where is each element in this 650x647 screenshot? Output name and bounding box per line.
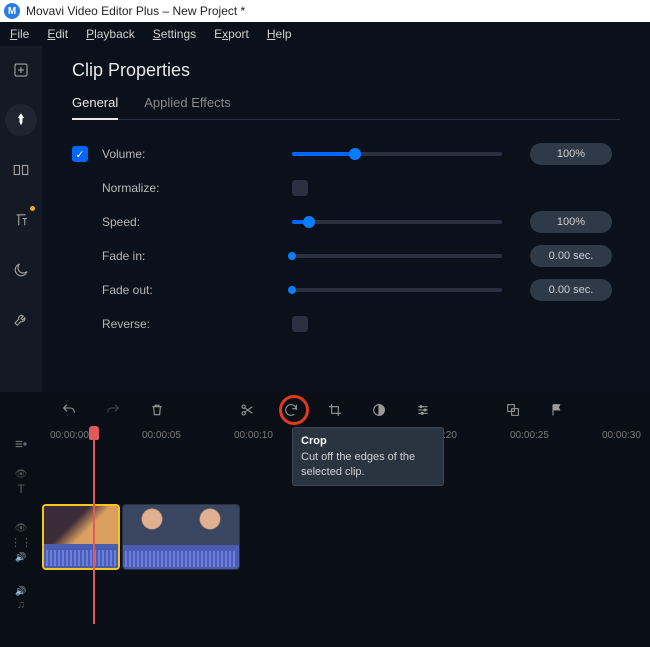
- properties-panel: Clip Properties General Applied Effects …: [42, 46, 650, 392]
- menubar: File Edit Playback Settings Export Help: [0, 22, 650, 46]
- speed-slider[interactable]: [292, 220, 502, 224]
- sliders-icon: [415, 402, 431, 418]
- clip-thumbnail: [123, 505, 181, 545]
- speaker-icon: [15, 551, 26, 563]
- track-headers: T ⋮⋮ ♫: [0, 464, 42, 647]
- normalize-label: Normalize:: [102, 181, 182, 195]
- ruler-tick: 00:00:00: [50, 430, 89, 441]
- undo-icon: [61, 402, 77, 418]
- ruler-tick: 00:00:25: [510, 430, 549, 441]
- pin-icon: [12, 111, 30, 129]
- tab-general[interactable]: General: [72, 95, 118, 120]
- window-title: Movavi Video Editor Plus – New Project *: [26, 4, 245, 18]
- fadeout-slider[interactable]: [292, 288, 502, 292]
- notification-dot-icon: [30, 206, 35, 211]
- window-titlebar: M Movavi Video Editor Plus – New Project…: [0, 0, 650, 22]
- redo-button[interactable]: [102, 399, 124, 421]
- speaker-icon: [15, 585, 26, 597]
- ruler-tick: 00:00:10: [234, 430, 273, 441]
- clip-waveform: [123, 545, 239, 569]
- clip-properties-button[interactable]: [412, 399, 434, 421]
- app-logo-icon: M: [4, 3, 20, 19]
- timeline-area: Crop Cut off the edges of the selected c…: [0, 392, 650, 647]
- ruler-tick: 00:00:30: [602, 430, 641, 441]
- track-content[interactable]: [42, 464, 650, 647]
- tooltip-body: Cut off the edges of the selected clip.: [301, 450, 435, 479]
- fadeout-value[interactable]: 0.00 sec.: [530, 279, 612, 301]
- undo-button[interactable]: [58, 399, 80, 421]
- marker-button[interactable]: [546, 399, 568, 421]
- crop-tooltip: Crop Cut off the edges of the selected c…: [292, 427, 444, 486]
- panel-tabs: General Applied Effects: [72, 95, 620, 120]
- sidebar-filters[interactable]: [5, 104, 37, 136]
- titles-track-header[interactable]: T: [15, 468, 28, 496]
- cut-button[interactable]: [236, 399, 258, 421]
- menu-export[interactable]: Export: [214, 27, 249, 41]
- redo-icon: [105, 402, 121, 418]
- crop-button[interactable]: [324, 399, 346, 421]
- contrast-icon: [371, 402, 387, 418]
- menu-help[interactable]: Help: [267, 27, 292, 41]
- clip-waveform: [44, 544, 118, 568]
- overlay-button[interactable]: [502, 399, 524, 421]
- tooltip-title: Crop: [301, 434, 435, 448]
- volume-value[interactable]: 100%: [530, 143, 612, 165]
- left-sidebar: [0, 46, 42, 392]
- delete-button[interactable]: [146, 399, 168, 421]
- sidebar-titles[interactable]: [5, 204, 37, 236]
- plus-box-icon: [12, 61, 30, 79]
- trash-icon: [149, 402, 165, 418]
- scissors-icon: [239, 402, 255, 418]
- moon-icon: [12, 261, 30, 279]
- add-track-button[interactable]: [13, 436, 29, 457]
- menu-playback[interactable]: Playback: [86, 27, 135, 41]
- audio-track-header[interactable]: ♫: [15, 585, 26, 611]
- volume-label: Volume:: [102, 147, 182, 161]
- overlay-icon: [505, 402, 521, 418]
- video-clip-2[interactable]: [122, 504, 240, 570]
- panel-title: Clip Properties: [72, 60, 620, 81]
- fadein-slider[interactable]: [292, 254, 502, 258]
- speed-value[interactable]: 100%: [530, 211, 612, 233]
- ruler-tick: 00:00:05: [142, 430, 181, 441]
- crop-icon: [327, 402, 343, 418]
- timeline-toolbar: [0, 392, 650, 428]
- sidebar-stickers[interactable]: [5, 254, 37, 286]
- eye-icon: [15, 522, 28, 534]
- eye-icon: [15, 468, 28, 480]
- transition-icon: [12, 161, 30, 179]
- reverse-label: Reverse:: [102, 317, 182, 331]
- add-track-icon: [13, 436, 29, 452]
- fadeout-label: Fade out:: [102, 283, 182, 297]
- fadein-label: Fade in:: [102, 249, 182, 263]
- normalize-checkbox[interactable]: [292, 180, 308, 196]
- tab-applied-effects[interactable]: Applied Effects: [144, 95, 230, 119]
- clip-thumbnail: [181, 505, 239, 545]
- rotate-icon: [283, 402, 299, 418]
- volume-checkbox[interactable]: [72, 146, 88, 162]
- menu-settings[interactable]: Settings: [153, 27, 196, 41]
- volume-slider[interactable]: [292, 152, 502, 156]
- flag-icon: [549, 402, 565, 418]
- text-icon: [12, 211, 30, 229]
- sidebar-add-media[interactable]: [5, 54, 37, 86]
- video-clip-1[interactable]: [42, 504, 120, 570]
- rotate-button[interactable]: [280, 399, 302, 421]
- menu-file[interactable]: File: [10, 27, 29, 41]
- fadein-value[interactable]: 0.00 sec.: [530, 245, 612, 267]
- wrench-icon: [12, 311, 30, 329]
- clip-thumbnail: [44, 506, 118, 544]
- video-track-header[interactable]: ⋮⋮: [10, 522, 32, 563]
- sidebar-more-tools[interactable]: [5, 304, 37, 336]
- reverse-checkbox[interactable]: [292, 316, 308, 332]
- menu-edit[interactable]: Edit: [47, 27, 68, 41]
- speed-label: Speed:: [102, 215, 182, 229]
- color-adjust-button[interactable]: [368, 399, 390, 421]
- link-icon: ⋮⋮: [10, 536, 32, 549]
- playhead[interactable]: [93, 428, 95, 624]
- sidebar-transitions[interactable]: [5, 154, 37, 186]
